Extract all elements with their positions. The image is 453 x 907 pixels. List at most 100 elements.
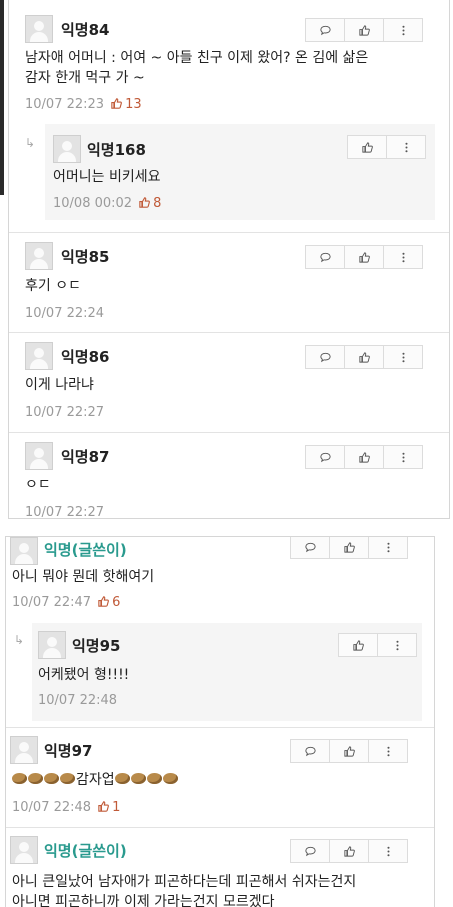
- thumbs-up-icon: [352, 639, 365, 652]
- like-count: 8: [138, 196, 161, 211]
- comment-item: 익명85 후기 ㅇㄷ 10/07 22:24: [9, 232, 449, 331]
- like-button[interactable]: [345, 446, 384, 468]
- comment-text: ㅇㄷ: [25, 477, 51, 493]
- thumbs-up-icon: [110, 97, 123, 110]
- more-vertical-icon: [382, 745, 395, 758]
- more-vertical-icon: [397, 451, 410, 464]
- comment-meta: 10/08 00:02 8: [53, 196, 161, 211]
- reply-box: 익명95 어케됐어 형!!!! 10/07 22:48: [32, 623, 422, 721]
- like-button[interactable]: [345, 346, 384, 368]
- reply-box: 익명168 어머니는 비키세요 10/08 00:02 8: [45, 124, 435, 220]
- speech-bubble-icon: [304, 745, 317, 758]
- more-button[interactable]: [384, 446, 422, 468]
- timestamp: 10/07 22:27: [25, 505, 105, 519]
- timestamp: 10/07 22:24: [25, 306, 105, 321]
- more-vertical-icon: [397, 24, 410, 37]
- thumbs-up-icon: [358, 251, 371, 264]
- comment-text: 어케됐어 형!!!!: [38, 667, 130, 683]
- more-button[interactable]: [369, 740, 407, 762]
- thumbs-up-icon: [97, 800, 110, 813]
- like-button[interactable]: [345, 19, 384, 41]
- comment-meta: 10/07 22:24: [25, 306, 104, 321]
- avatar: [53, 135, 81, 163]
- reply-button[interactable]: [291, 840, 330, 862]
- comment-panel-bottom: 익명(글쓴이) 아니 뭐야 뭔데 핫해여기 10/07 22:47 6 ↳ 익명9…: [5, 536, 435, 907]
- speech-bubble-icon: [304, 541, 317, 554]
- thumbs-up-icon: [358, 351, 371, 364]
- like-button[interactable]: [330, 740, 369, 762]
- thumbs-up-icon: [358, 451, 371, 464]
- comment-actions: [338, 633, 417, 657]
- thumbs-up-icon: [343, 541, 356, 554]
- comment-actions: [290, 536, 408, 559]
- timestamp: 10/08 00:02: [53, 196, 133, 211]
- comment-actions: [305, 345, 423, 369]
- comment-author: 익명85: [61, 248, 110, 266]
- comment-author: 익명87: [61, 448, 110, 466]
- like-count: 1: [97, 800, 120, 815]
- comment-item: 익명(글쓴이) 아니 뭐야 뭔데 핫해여기 10/07 22:47 6: [6, 537, 434, 623]
- avatar: [25, 342, 53, 370]
- speech-bubble-icon: [319, 451, 332, 464]
- comment-text: 후기 ㅇㄷ: [25, 278, 81, 294]
- comment-text: 남자애 어머니 : 어여 ~ 아들 친구 이제 왔어? 온 김에 삶은: [25, 50, 369, 66]
- comment-meta: 10/07 22:27: [25, 505, 105, 519]
- thumbs-up-icon: [358, 24, 371, 37]
- avatar: [25, 442, 53, 470]
- comment-text: 아니 큰일났어 남자애가 피곤하다는데 피곤해서 쉬자는건지: [12, 874, 357, 890]
- reply-button[interactable]: [291, 537, 330, 558]
- more-vertical-icon: [400, 141, 413, 154]
- reply-button[interactable]: [306, 246, 345, 268]
- more-button[interactable]: [378, 634, 416, 656]
- comment-actions: [305, 445, 423, 469]
- comment-item: 익명97 감자업 10/07 22:48 1: [6, 727, 434, 826]
- comment-text: 감자 한개 먹구 가 ~: [25, 70, 145, 86]
- comment-meta: 10/07 22:47 6: [12, 595, 120, 610]
- comment-actions: [347, 135, 426, 159]
- comment-meta: 10/07 22:48 1: [12, 800, 120, 815]
- thumbs-up-icon: [343, 845, 356, 858]
- thumbs-up-icon: [97, 595, 110, 608]
- comment-text: 어머니는 비키세요: [53, 169, 161, 185]
- more-button[interactable]: [384, 19, 422, 41]
- comment-author: 익명95: [72, 637, 121, 655]
- like-button[interactable]: [330, 537, 369, 558]
- more-vertical-icon: [397, 351, 410, 364]
- comment-meta: 10/07 22:23 13: [25, 97, 142, 112]
- speech-bubble-icon: [319, 351, 332, 364]
- reply-button[interactable]: [306, 346, 345, 368]
- more-vertical-icon: [397, 251, 410, 264]
- like-count: 13: [110, 97, 142, 112]
- potato-emoji: [146, 773, 162, 784]
- more-button[interactable]: [384, 246, 422, 268]
- like-button[interactable]: [348, 136, 387, 158]
- comment-author: 익명168: [87, 141, 146, 159]
- more-button[interactable]: [369, 536, 407, 558]
- comment-author: 익명(글쓴이): [44, 541, 127, 559]
- window-edge-bar: [0, 0, 4, 195]
- timestamp: 10/07 22:47: [12, 595, 92, 610]
- avatar: [10, 836, 38, 864]
- like-button[interactable]: [339, 634, 378, 656]
- like-button[interactable]: [330, 840, 369, 862]
- potato-emoji: [60, 773, 75, 784]
- avatar: [25, 15, 53, 43]
- timestamp: 10/07 22:27: [25, 405, 105, 420]
- thumbs-up-icon: [343, 745, 356, 758]
- more-button[interactable]: [369, 840, 407, 862]
- potato-emoji: [12, 773, 27, 784]
- comment-actions: [305, 18, 423, 42]
- reply-button[interactable]: [291, 740, 330, 762]
- reply-button[interactable]: [306, 19, 345, 41]
- timestamp: 10/07 22:23: [25, 97, 105, 112]
- comment-item: 익명87 ㅇㄷ 10/07 22:27: [9, 432, 449, 519]
- potato-emoji: [162, 773, 178, 784]
- avatar: [38, 631, 66, 659]
- avatar: [10, 736, 38, 764]
- comment-author: 익명(글쓴이): [44, 842, 127, 860]
- speech-bubble-icon: [319, 251, 332, 264]
- like-button[interactable]: [345, 246, 384, 268]
- reply-button[interactable]: [306, 446, 345, 468]
- more-button[interactable]: [384, 346, 422, 368]
- more-button[interactable]: [387, 136, 425, 158]
